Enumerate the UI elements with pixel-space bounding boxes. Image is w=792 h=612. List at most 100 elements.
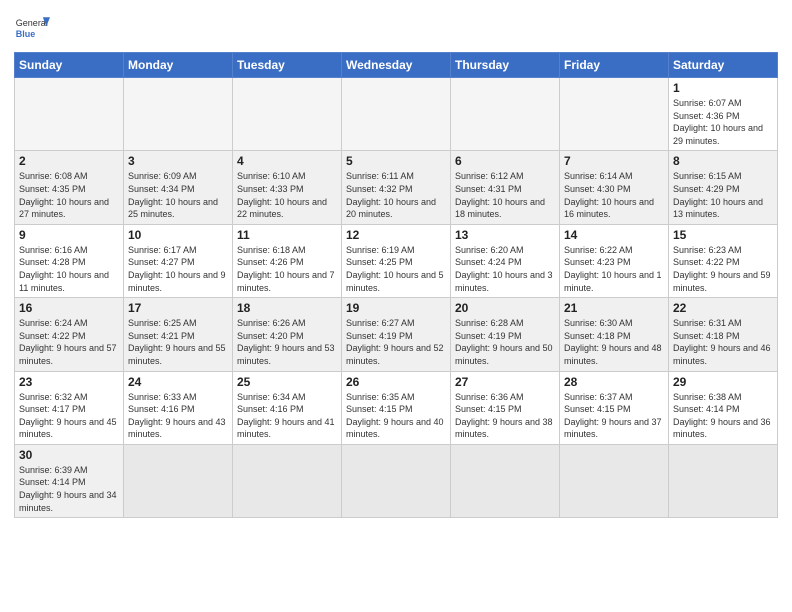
day-number: 18 [237, 301, 337, 315]
day-info: Sunrise: 6:32 AM Sunset: 4:17 PM Dayligh… [19, 391, 119, 441]
calendar-day-cell [124, 444, 233, 517]
day-number: 5 [346, 154, 446, 168]
day-number: 14 [564, 228, 664, 242]
header: General Blue [14, 10, 778, 46]
day-info: Sunrise: 6:24 AM Sunset: 4:22 PM Dayligh… [19, 317, 119, 367]
calendar-day-cell [233, 444, 342, 517]
day-number: 4 [237, 154, 337, 168]
day-info: Sunrise: 6:22 AM Sunset: 4:23 PM Dayligh… [564, 244, 664, 294]
calendar-day-cell: 20 Sunrise: 6:28 AM Sunset: 4:19 PM Dayli… [451, 298, 560, 371]
col-monday: Monday [124, 53, 233, 78]
day-number: 12 [346, 228, 446, 242]
calendar-day-cell: 1Sunrise: 6:07 AM Sunset: 4:36 PM Daylig… [669, 78, 778, 151]
day-info: Sunrise: 6:14 AM Sunset: 4:30 PM Dayligh… [564, 170, 664, 220]
calendar-day-cell: 4 Sunrise: 6:10 AM Sunset: 4:33 PM Daylig… [233, 151, 342, 224]
calendar-day-cell [451, 78, 560, 151]
day-number: 13 [455, 228, 555, 242]
day-info: Sunrise: 6:31 AM Sunset: 4:18 PM Dayligh… [673, 317, 773, 367]
day-number: 21 [564, 301, 664, 315]
day-info: Sunrise: 6:10 AM Sunset: 4:33 PM Dayligh… [237, 170, 337, 220]
day-number: 7 [564, 154, 664, 168]
day-number: 8 [673, 154, 773, 168]
calendar-day-cell: 24 Sunrise: 6:33 AM Sunset: 4:16 PM Dayli… [124, 371, 233, 444]
calendar-day-cell: 12Sunrise: 6:19 AM Sunset: 4:25 PM Dayli… [342, 224, 451, 297]
day-number: 24 [128, 375, 228, 389]
calendar-day-cell: 14 Sunrise: 6:22 AM Sunset: 4:23 PM Dayli… [560, 224, 669, 297]
calendar-week-row: 9 Sunrise: 6:16 AM Sunset: 4:28 PM Daylig… [15, 224, 778, 297]
svg-text:General: General [16, 18, 48, 28]
calendar-table: Sunday Monday Tuesday Wednesday Thursday… [14, 52, 778, 518]
col-wednesday: Wednesday [342, 53, 451, 78]
day-info: Sunrise: 6:17 AM Sunset: 4:27 PM Dayligh… [128, 244, 228, 294]
calendar-day-cell [560, 78, 669, 151]
calendar-day-cell: 25Sunrise: 6:34 AM Sunset: 4:16 PM Dayli… [233, 371, 342, 444]
day-info: Sunrise: 6:20 AM Sunset: 4:24 PM Dayligh… [455, 244, 555, 294]
calendar-day-cell: 22 Sunrise: 6:31 AM Sunset: 4:18 PM Dayli… [669, 298, 778, 371]
day-number: 9 [19, 228, 119, 242]
day-number: 27 [455, 375, 555, 389]
calendar-day-cell: 2Sunrise: 6:08 AM Sunset: 4:35 PM Daylig… [15, 151, 124, 224]
day-number: 3 [128, 154, 228, 168]
day-number: 2 [19, 154, 119, 168]
calendar-day-cell: 18 Sunrise: 6:26 AM Sunset: 4:20 PM Dayli… [233, 298, 342, 371]
calendar-week-row: 1Sunrise: 6:07 AM Sunset: 4:36 PM Daylig… [15, 78, 778, 151]
day-info: Sunrise: 6:37 AM Sunset: 4:15 PM Dayligh… [564, 391, 664, 441]
day-number: 16 [19, 301, 119, 315]
calendar-day-cell: 19Sunrise: 6:27 AM Sunset: 4:19 PM Dayli… [342, 298, 451, 371]
calendar-day-cell: 9 Sunrise: 6:16 AM Sunset: 4:28 PM Daylig… [15, 224, 124, 297]
day-number: 20 [455, 301, 555, 315]
day-info: Sunrise: 6:12 AM Sunset: 4:31 PM Dayligh… [455, 170, 555, 220]
day-info: Sunrise: 6:39 AM Sunset: 4:14 PM Dayligh… [19, 464, 119, 514]
col-tuesday: Tuesday [233, 53, 342, 78]
day-info: Sunrise: 6:11 AM Sunset: 4:32 PM Dayligh… [346, 170, 446, 220]
day-number: 30 [19, 448, 119, 462]
calendar-day-cell [15, 78, 124, 151]
calendar-day-cell: 21 Sunrise: 6:30 AM Sunset: 4:18 PM Dayli… [560, 298, 669, 371]
col-sunday: Sunday [15, 53, 124, 78]
day-number: 29 [673, 375, 773, 389]
calendar-day-cell: 30 Sunrise: 6:39 AM Sunset: 4:14 PM Dayli… [15, 444, 124, 517]
day-info: Sunrise: 6:23 AM Sunset: 4:22 PM Dayligh… [673, 244, 773, 294]
day-info: Sunrise: 6:26 AM Sunset: 4:20 PM Dayligh… [237, 317, 337, 367]
calendar-day-cell: 28Sunrise: 6:37 AM Sunset: 4:15 PM Dayli… [560, 371, 669, 444]
day-info: Sunrise: 6:30 AM Sunset: 4:18 PM Dayligh… [564, 317, 664, 367]
calendar-day-cell: 13 Sunrise: 6:20 AM Sunset: 4:24 PM Dayli… [451, 224, 560, 297]
day-info: Sunrise: 6:35 AM Sunset: 4:15 PM Dayligh… [346, 391, 446, 441]
day-number: 10 [128, 228, 228, 242]
day-number: 22 [673, 301, 773, 315]
calendar-day-cell [451, 444, 560, 517]
generalblue-logo-icon: General Blue [14, 10, 50, 46]
calendar-day-cell [124, 78, 233, 151]
day-number: 23 [19, 375, 119, 389]
day-info: Sunrise: 6:36 AM Sunset: 4:15 PM Dayligh… [455, 391, 555, 441]
day-info: Sunrise: 6:18 AM Sunset: 4:26 PM Dayligh… [237, 244, 337, 294]
day-number: 25 [237, 375, 337, 389]
calendar-day-cell: 17Sunrise: 6:25 AM Sunset: 4:21 PM Dayli… [124, 298, 233, 371]
calendar-day-cell: 15 Sunrise: 6:23 AM Sunset: 4:22 PM Dayli… [669, 224, 778, 297]
col-thursday: Thursday [451, 53, 560, 78]
calendar-day-cell: 16 Sunrise: 6:24 AM Sunset: 4:22 PM Dayli… [15, 298, 124, 371]
col-saturday: Saturday [669, 53, 778, 78]
calendar-week-row: 23 Sunrise: 6:32 AM Sunset: 4:17 PM Dayli… [15, 371, 778, 444]
calendar-day-cell [342, 78, 451, 151]
calendar-day-cell: 23 Sunrise: 6:32 AM Sunset: 4:17 PM Dayli… [15, 371, 124, 444]
calendar-week-row: 2Sunrise: 6:08 AM Sunset: 4:35 PM Daylig… [15, 151, 778, 224]
day-info: Sunrise: 6:15 AM Sunset: 4:29 PM Dayligh… [673, 170, 773, 220]
day-info: Sunrise: 6:16 AM Sunset: 4:28 PM Dayligh… [19, 244, 119, 294]
col-friday: Friday [560, 53, 669, 78]
day-info: Sunrise: 6:33 AM Sunset: 4:16 PM Dayligh… [128, 391, 228, 441]
day-number: 15 [673, 228, 773, 242]
calendar-header-row: Sunday Monday Tuesday Wednesday Thursday… [15, 53, 778, 78]
calendar-day-cell: 10 Sunrise: 6:17 AM Sunset: 4:27 PM Dayli… [124, 224, 233, 297]
day-number: 19 [346, 301, 446, 315]
svg-text:Blue: Blue [16, 29, 36, 39]
calendar-day-cell: 6Sunrise: 6:12 AM Sunset: 4:31 PM Daylig… [451, 151, 560, 224]
calendar-day-cell: 27 Sunrise: 6:36 AM Sunset: 4:15 PM Dayli… [451, 371, 560, 444]
calendar-day-cell [560, 444, 669, 517]
day-info: Sunrise: 6:28 AM Sunset: 4:19 PM Dayligh… [455, 317, 555, 367]
calendar-day-cell [342, 444, 451, 517]
calendar-day-cell: 8 Sunrise: 6:15 AM Sunset: 4:29 PM Daylig… [669, 151, 778, 224]
calendar-day-cell: 3Sunrise: 6:09 AM Sunset: 4:34 PM Daylig… [124, 151, 233, 224]
day-info: Sunrise: 6:07 AM Sunset: 4:36 PM Dayligh… [673, 97, 773, 147]
calendar-week-row: 16 Sunrise: 6:24 AM Sunset: 4:22 PM Dayli… [15, 298, 778, 371]
